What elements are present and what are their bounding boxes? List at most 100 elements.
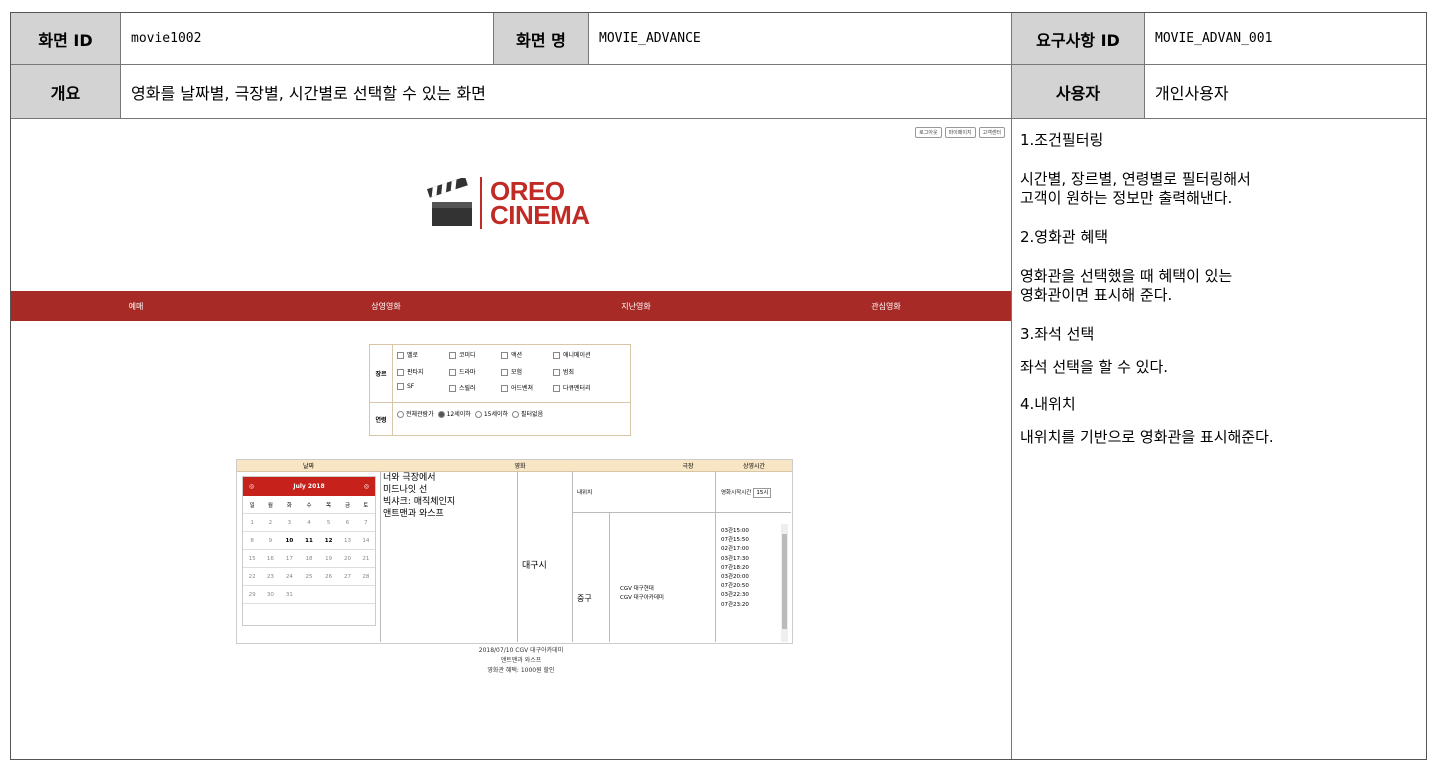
calendar: ◎ July 2018 ◎ 일 월 화 수 목 금 토 1 2 3 4 5 6 7 8 9 10 1… bbox=[242, 476, 376, 626]
genre-checkbox[interactable]: 드라마 bbox=[449, 367, 501, 381]
summary-movie: 앤트맨과 와스프 bbox=[500, 657, 542, 664]
calendar-day[interactable]: 3 bbox=[279, 513, 300, 532]
age-radio[interactable]: 전체관람가 bbox=[397, 409, 434, 429]
theater-item[interactable]: CGV 대구아카데미 bbox=[620, 594, 664, 603]
calendar-day[interactable]: 31 bbox=[279, 585, 300, 604]
screen-id-label: 화면 ID bbox=[11, 13, 121, 65]
calendar-day[interactable]: 10 bbox=[279, 531, 300, 550]
genre-checkbox[interactable]: 애니메이션 bbox=[553, 350, 613, 364]
weekday: 목 bbox=[318, 496, 339, 514]
calendar-day[interactable]: 25 bbox=[299, 567, 319, 586]
calendar-day[interactable]: 9 bbox=[261, 531, 280, 550]
calendar-day[interactable]: 24 bbox=[279, 567, 300, 586]
nav-past-movies[interactable]: 지난영화 bbox=[511, 291, 761, 321]
calendar-day[interactable]: 13 bbox=[338, 531, 357, 550]
calendar-day[interactable]: 27 bbox=[338, 567, 357, 586]
movie-item[interactable]: 빅샤크: 매직체인지 bbox=[383, 496, 455, 508]
scrollbar-thumb[interactable] bbox=[782, 534, 787, 629]
divider bbox=[572, 471, 573, 642]
calendar-day[interactable]: 19 bbox=[318, 549, 339, 568]
calendar-day[interactable]: 18 bbox=[299, 549, 319, 568]
genre-checkbox[interactable]: 다큐멘터리 bbox=[553, 383, 613, 397]
screen-mockup: 로그아웃 마이페이지 고객센터 OREO CINEMA 예매 상영영화 지난영화… bbox=[11, 119, 1012, 759]
calendar-day[interactable]: 2 bbox=[261, 513, 280, 532]
genre-checkbox[interactable]: 코미디 bbox=[449, 350, 501, 364]
calendar-day[interactable]: 14 bbox=[356, 531, 375, 550]
calendar-day[interactable]: 21 bbox=[356, 549, 375, 568]
showtime-item[interactable]: 07관23:20 bbox=[721, 601, 749, 607]
mypage-link[interactable]: 마이페이지 bbox=[944, 127, 976, 138]
weekday: 월 bbox=[261, 496, 280, 514]
city-name[interactable]: 대구시 bbox=[522, 558, 547, 571]
desc-text-seat: 좌석 선택을 할 수 있다. bbox=[1020, 358, 1169, 376]
calendar-day[interactable]: 16 bbox=[261, 549, 280, 568]
col-time: 상영시간 bbox=[742, 463, 766, 470]
next-month-icon[interactable]: ◎ bbox=[364, 483, 369, 490]
calendar-day[interactable]: 11 bbox=[299, 531, 319, 550]
calendar-day[interactable]: 4 bbox=[299, 513, 319, 532]
divider bbox=[380, 471, 381, 642]
showtime-item[interactable]: 07관20:50 bbox=[721, 582, 749, 591]
calendar-day[interactable]: 26 bbox=[318, 567, 339, 586]
weekday: 화 bbox=[279, 496, 300, 514]
showtime-item[interactable]: 02관17:00 bbox=[721, 545, 749, 554]
calendar-day[interactable]: 7 bbox=[356, 513, 375, 532]
genre-checkbox[interactable]: 스릴러 bbox=[449, 383, 501, 397]
calendar-day[interactable]: 5 bbox=[318, 513, 339, 532]
nav-favorite-movies[interactable]: 관심영화 bbox=[761, 291, 1011, 321]
showtime-item[interactable]: 07관15:50 bbox=[721, 536, 749, 545]
prev-month-icon[interactable]: ◎ bbox=[249, 483, 254, 490]
movie-item[interactable]: 미드나잇 선 bbox=[383, 484, 455, 496]
col-movie: 영화 bbox=[514, 463, 526, 470]
calendar-day[interactable]: 30 bbox=[261, 585, 280, 604]
calendar-day[interactable]: 20 bbox=[338, 549, 357, 568]
oreo-cinema-logo[interactable]: OREO CINEMA bbox=[426, 177, 590, 229]
movie-list: 너와 극장에서 미드나잇 선 빅샤크: 매직체인지 앤트맨과 와스프 bbox=[383, 472, 455, 520]
showtime-item[interactable]: 03관17:30 bbox=[721, 555, 749, 564]
screen-id-value: movie1002 bbox=[121, 13, 494, 65]
movie-item[interactable]: 너와 극장에서 bbox=[383, 472, 455, 484]
logout-link[interactable]: 로그아웃 bbox=[915, 127, 942, 138]
calendar-day[interactable]: 23 bbox=[261, 567, 280, 586]
district-name[interactable]: 중구 bbox=[577, 593, 592, 604]
showtime-item[interactable]: 03관22:30 bbox=[721, 591, 749, 600]
requirement-id-value: MOVIE_ADVAN_001 bbox=[1145, 13, 1426, 65]
calendar-day[interactable]: 29 bbox=[243, 585, 262, 604]
theater-item[interactable]: CGV 대구현대 bbox=[620, 585, 664, 594]
logo-line-2: CINEMA bbox=[490, 200, 590, 230]
start-time-input[interactable]: 15시 bbox=[753, 488, 772, 498]
showtime-item[interactable]: 03관20:00 bbox=[721, 573, 749, 582]
calendar-day[interactable]: 6 bbox=[338, 513, 357, 532]
user-label: 사용자 bbox=[1012, 65, 1145, 119]
genre-checkbox[interactable]: 판타지 bbox=[397, 367, 449, 381]
support-link[interactable]: 고객센터 bbox=[978, 127, 1005, 138]
calendar-grid: 일 월 화 수 목 금 토 1 2 3 4 5 6 7 8 9 10 11 12 13 14 15 16 17 1… bbox=[243, 496, 375, 604]
summary-date-theater: 2018/07/10 CGV 대구아카데미 bbox=[478, 647, 564, 654]
showtime-scrollbar[interactable] bbox=[781, 524, 788, 642]
calendar-day[interactable]: 12 bbox=[318, 531, 339, 550]
showtime-item[interactable]: 07관18:20 bbox=[721, 564, 749, 573]
showtime-item[interactable]: 03관15:00 bbox=[721, 527, 749, 536]
calendar-day[interactable]: 28 bbox=[356, 567, 375, 586]
calendar-day[interactable]: 17 bbox=[279, 549, 300, 568]
calendar-day[interactable]: 8 bbox=[243, 531, 262, 550]
genre-checkbox[interactable]: 액션 bbox=[501, 350, 553, 364]
calendar-day[interactable]: 1 bbox=[243, 513, 262, 532]
genre-checkbox[interactable]: 어드벤쳐 bbox=[501, 383, 553, 397]
screen-name-label: 화면 명 bbox=[494, 13, 589, 65]
nav-reservation[interactable]: 예매 bbox=[11, 291, 261, 321]
genre-checkbox[interactable]: 범죄 bbox=[553, 367, 613, 381]
age-radio[interactable]: 필터없음 bbox=[512, 409, 543, 429]
my-location-checkbox[interactable]: 내위치 bbox=[577, 488, 592, 496]
calendar-day[interactable]: 22 bbox=[243, 567, 262, 586]
age-radio[interactable]: 15세이하 bbox=[475, 409, 508, 429]
calendar-day[interactable]: 15 bbox=[243, 549, 262, 568]
filter-panel: 장르 멜로 코미디 액션 애니메이션 판타지 드라마 모험 범죄 SF 스릴러 … bbox=[369, 344, 631, 436]
genre-checkbox[interactable]: 멜로 bbox=[397, 350, 449, 364]
genre-checkbox[interactable]: SF bbox=[397, 383, 449, 397]
genre-checkbox[interactable]: 모험 bbox=[501, 367, 553, 381]
calendar-month: July 2018 bbox=[293, 483, 325, 490]
age-radio-selected[interactable]: 12세이하 bbox=[438, 409, 471, 429]
movie-item[interactable]: 앤트맨과 와스프 bbox=[383, 508, 455, 520]
nav-now-showing[interactable]: 상영영화 bbox=[261, 291, 511, 321]
